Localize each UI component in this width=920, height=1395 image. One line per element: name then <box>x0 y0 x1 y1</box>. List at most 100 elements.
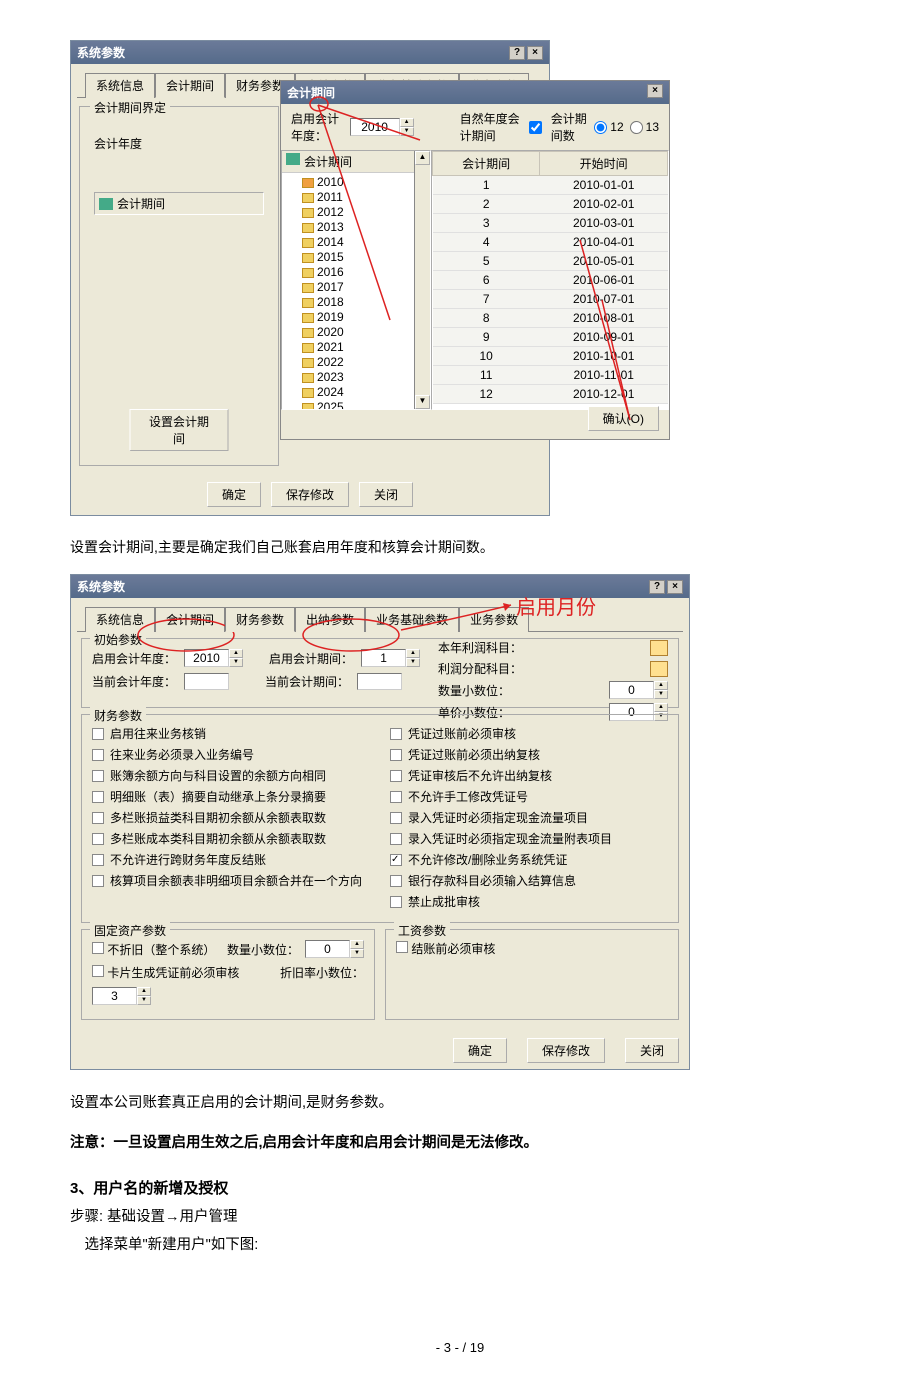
natural-year-checkbox[interactable] <box>529 121 542 134</box>
dialog-system-params-2: 系统参数 ? × 系统信息 会计期间 财务参数 出纳参数 业务基础参数 业务参数… <box>70 574 690 1070</box>
year-tree-item[interactable]: 2025 <box>284 400 412 410</box>
save-button[interactable]: 保存修改 <box>271 482 349 507</box>
ok-button[interactable]: 确定 <box>453 1038 507 1063</box>
folder-icon <box>302 253 314 263</box>
enable-row: 启用会计年度： ▲▼ 自然年度会计期间 会计期间数 12 13 <box>281 104 669 150</box>
table-row[interactable]: 102010-10-01 <box>433 347 668 366</box>
save-button[interactable]: 保存修改 <box>527 1038 605 1063</box>
finance-check[interactable]: 明细账（表）摘要自动继承上条分录摘要 <box>92 788 370 805</box>
folder-icon <box>302 388 314 398</box>
spin-up-icon[interactable]: ▲ <box>400 118 414 127</box>
folder-icon <box>302 343 314 353</box>
finance-check[interactable]: 核算项目余额表非明细项目余额合并在一个方向 <box>92 872 370 889</box>
scroll-down-icon[interactable]: ▼ <box>415 395 430 409</box>
tab-bizbase[interactable]: 业务基础参数 <box>365 607 459 632</box>
folder-icon <box>302 178 314 188</box>
year-tree-item[interactable]: 2012 <box>284 205 412 220</box>
finance-check[interactable]: 录入凭证时必须指定现金流量附表项目 <box>390 830 668 847</box>
close-icon[interactable]: × <box>527 46 543 60</box>
section-3-sub: 选择菜单"新建用户"如下图: <box>70 1232 850 1260</box>
year-tree-item[interactable]: 2014 <box>284 235 412 250</box>
lookup-icon[interactable] <box>650 640 668 656</box>
table-row[interactable]: 112010-11-01 <box>433 366 668 385</box>
help-icon[interactable]: ? <box>649 580 665 594</box>
year-tree-item[interactable]: 2021 <box>284 340 412 355</box>
table-row[interactable]: 62010-06-01 <box>433 271 668 290</box>
salary-check[interactable]: 结账前必须审核 <box>396 942 495 956</box>
qty-dec-label: 数量小数位： <box>438 682 510 699</box>
radio-13[interactable] <box>630 121 643 134</box>
enable-year-spinner[interactable]: ▲▼ <box>350 118 414 136</box>
panel-close-icon[interactable]: × <box>647 84 663 98</box>
radio-12[interactable] <box>594 121 607 134</box>
year-tree-item[interactable]: 2018 <box>284 295 412 310</box>
close-button[interactable]: 关闭 <box>625 1038 679 1063</box>
year-tree-item[interactable]: 2017 <box>284 280 412 295</box>
table-row[interactable]: 92010-09-01 <box>433 328 668 347</box>
confirm-button[interactable]: 确认(O) <box>588 406 659 431</box>
tab-period[interactable]: 会计期间 <box>155 73 225 98</box>
finance-check[interactable]: 多栏账成本类科目期初余额从余额表取数 <box>92 830 370 847</box>
year-tree-item[interactable]: 2020 <box>284 325 412 340</box>
year-tree-item[interactable]: 2022 <box>284 355 412 370</box>
tab-sysinfo[interactable]: 系统信息 <box>85 607 155 632</box>
set-period-button[interactable]: 设置会计期间 <box>130 409 229 451</box>
finance-check[interactable]: 录入凭证时必须指定现金流量项目 <box>390 809 668 826</box>
year-tree-item[interactable]: 2019 <box>284 310 412 325</box>
tab-cashier[interactable]: 出纳参数 <box>295 607 365 632</box>
enable-year-input[interactable] <box>184 649 229 667</box>
help-icon[interactable]: ? <box>509 46 525 60</box>
table-row[interactable]: 72010-07-01 <box>433 290 668 309</box>
close-button[interactable]: 关闭 <box>359 482 413 507</box>
enable-year-input[interactable] <box>350 118 400 136</box>
card-voucher-check[interactable]: 卡片生成凭证前必须审核 <box>92 964 239 981</box>
scroll-up-icon[interactable]: ▲ <box>415 151 430 165</box>
finance-check[interactable]: 账簿余额方向与科目设置的余额方向相同 <box>92 767 370 784</box>
year-tree-item[interactable]: 2011 <box>284 190 412 205</box>
table-row[interactable]: 52010-05-01 <box>433 252 668 271</box>
finance-check[interactable]: 凭证审核后不允许出纳复核 <box>390 767 668 784</box>
tab-sysinfo[interactable]: 系统信息 <box>85 73 155 98</box>
table-row[interactable]: 12010-01-01 <box>433 176 668 195</box>
finance-check[interactable]: 凭证过账前必须出纳复核 <box>390 746 668 763</box>
table-row[interactable]: 82010-08-01 <box>433 309 668 328</box>
finance-check[interactable]: 凭证过账前必须审核 <box>390 725 668 742</box>
tab-period[interactable]: 会计期间 <box>155 607 225 632</box>
table-row[interactable]: 122010-12-01 <box>433 385 668 404</box>
year-tree-item[interactable]: 2024 <box>284 385 412 400</box>
qty-dec-input[interactable] <box>609 681 654 699</box>
finance-check[interactable]: 银行存款科目必须输入结算信息 <box>390 872 668 889</box>
tab-finance[interactable]: 财务参数 <box>225 607 295 632</box>
year-tree-item[interactable]: 2016 <box>284 265 412 280</box>
year-tree-item[interactable]: 2010 <box>284 175 412 190</box>
lookup-icon[interactable] <box>650 661 668 677</box>
table-row[interactable]: 42010-04-01 <box>433 233 668 252</box>
spin-down-icon[interactable]: ▼ <box>400 127 414 136</box>
finance-check[interactable]: 不允许进行跨财务年度反结账 <box>92 851 370 868</box>
year-tree-item[interactable]: 2023 <box>284 370 412 385</box>
ok-button[interactable]: 确定 <box>207 482 261 507</box>
year-tree-item[interactable]: 2013 <box>284 220 412 235</box>
finance-check[interactable]: 启用往来业务核销 <box>92 725 370 742</box>
cur-year-input[interactable] <box>184 673 229 690</box>
finance-check[interactable]: 多栏账损益类科目期初余额从余额表取数 <box>92 809 370 826</box>
section-3-step: 步骤: 基础设置→用户管理 <box>70 1204 850 1232</box>
profit-label: 本年利润科目： <box>438 639 522 656</box>
year-tree[interactable]: 会计期间 20102011201220132014201520162017201… <box>281 150 431 410</box>
cur-period-input[interactable] <box>357 673 402 690</box>
folder-icon <box>302 403 314 411</box>
asset-qty-dec-input[interactable] <box>305 940 350 958</box>
asset-rate-dec-input[interactable] <box>92 987 137 1005</box>
caption-2a: 设置本公司账套真正启用的会计期间,是财务参数。 <box>70 1090 850 1118</box>
year-tree-item[interactable]: 2015 <box>284 250 412 265</box>
scrollbar[interactable]: ▲▼ <box>414 151 430 409</box>
no-depr-check[interactable]: 不折旧（整个系统） <box>92 941 215 958</box>
finance-check[interactable]: 不允许手工修改凭证号 <box>390 788 668 805</box>
finance-check[interactable]: 不允许修改/删除业务系统凭证 <box>390 851 668 868</box>
table-row[interactable]: 22010-02-01 <box>433 195 668 214</box>
close-icon[interactable]: × <box>667 580 683 594</box>
table-row[interactable]: 32010-03-01 <box>433 214 668 233</box>
finance-check[interactable]: 禁止成批审核 <box>390 893 668 910</box>
enable-period-input[interactable] <box>361 649 406 667</box>
finance-check[interactable]: 往来业务必须录入业务编号 <box>92 746 370 763</box>
